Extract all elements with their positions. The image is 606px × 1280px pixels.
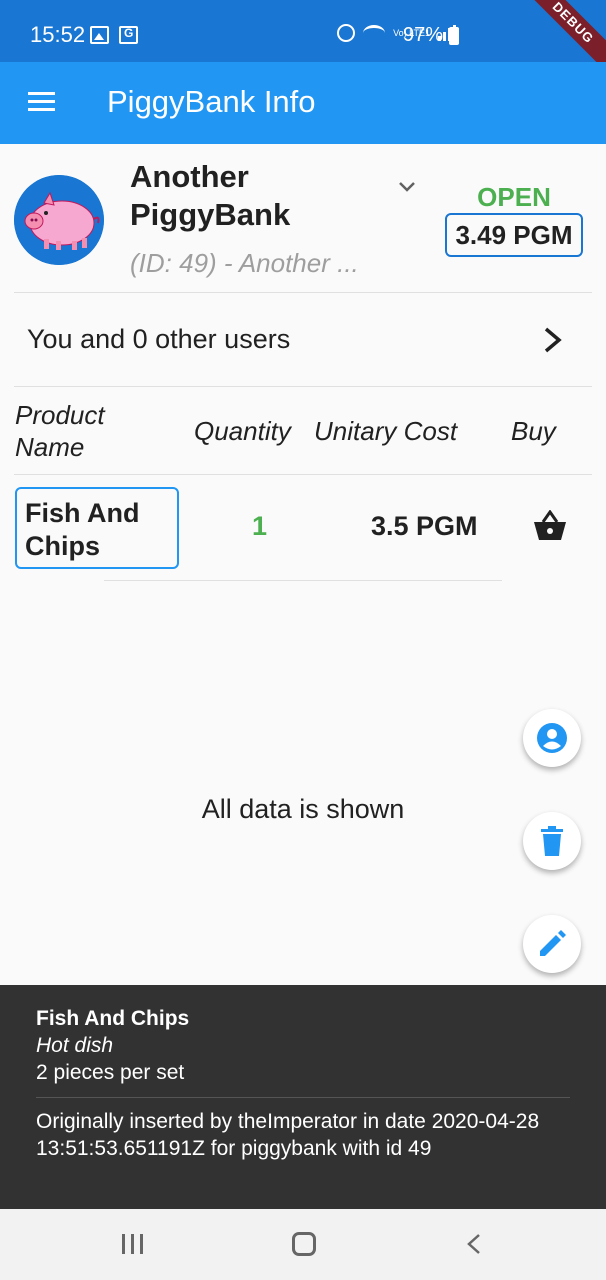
delete-fab-button[interactable] (523, 812, 581, 870)
app-bar: PiggyBank Info (0, 62, 606, 144)
divider (14, 386, 592, 387)
users-fab-button[interactable] (523, 709, 581, 767)
divider (104, 580, 502, 581)
notification-icons (90, 26, 138, 44)
page-title: PiggyBank Info (107, 84, 316, 119)
battery-percent: 97% (403, 24, 444, 46)
header-quantity: Quantity (194, 416, 291, 446)
translate-notification-icon (119, 26, 138, 44)
edit-fab-button[interactable] (523, 915, 581, 973)
all-data-label: All data is shown (201, 794, 405, 824)
system-nav-bar (0, 1209, 606, 1280)
divider (14, 474, 592, 475)
image-notification-icon (90, 26, 109, 44)
status-time: 15:52 (30, 22, 86, 47)
account-circle-icon (537, 723, 567, 753)
battery-icon (449, 27, 459, 45)
cost-cell: 3.5 PGM (371, 511, 478, 541)
sheet-title: Fish And Chips (36, 1007, 190, 1030)
piggybank-subtitle: (ID: 49) - Another ... (130, 248, 359, 278)
users-label: You and 0 other users (27, 324, 291, 354)
product-chip[interactable]: Fish And Chips (15, 487, 179, 569)
status-badge: OPEN (477, 182, 551, 212)
status-bar: 15:52 Vo) LTE1 97% DEBUG (0, 0, 606, 77)
chevron-down-icon[interactable] (398, 178, 416, 196)
wifi-icon (363, 25, 386, 41)
sheet-category: Hot dish (36, 1034, 114, 1057)
home-button[interactable] (292, 1232, 316, 1256)
delete-icon (541, 826, 563, 856)
balance-box: 3.49 PGM (445, 213, 583, 257)
header-product-name: Product Name (15, 400, 105, 462)
edit-icon (540, 930, 566, 956)
product-details-sheet: Fish And Chips Hot dish 2 pieces per set… (0, 985, 606, 1209)
piggybank-name: Another PiggyBank (130, 159, 291, 232)
header-unitary-cost: Unitary Cost (314, 416, 458, 446)
users-row[interactable]: You and 0 other users (14, 292, 592, 386)
recents-button[interactable] (122, 1234, 143, 1254)
basket-icon[interactable] (533, 510, 567, 542)
header-buy: Buy (511, 416, 556, 446)
quantity-cell: 1 (252, 511, 268, 541)
alarm-icon (337, 24, 356, 42)
pig-icon (14, 175, 104, 265)
back-button[interactable] (466, 1233, 482, 1255)
chevron-right-icon (544, 327, 562, 353)
menu-icon[interactable] (28, 92, 55, 112)
sheet-description: 2 pieces per set (36, 1061, 185, 1084)
piggybank-avatar (14, 175, 104, 265)
divider (36, 1097, 570, 1098)
sheet-meta: Originally inserted by theImperator in d… (36, 1110, 540, 1160)
